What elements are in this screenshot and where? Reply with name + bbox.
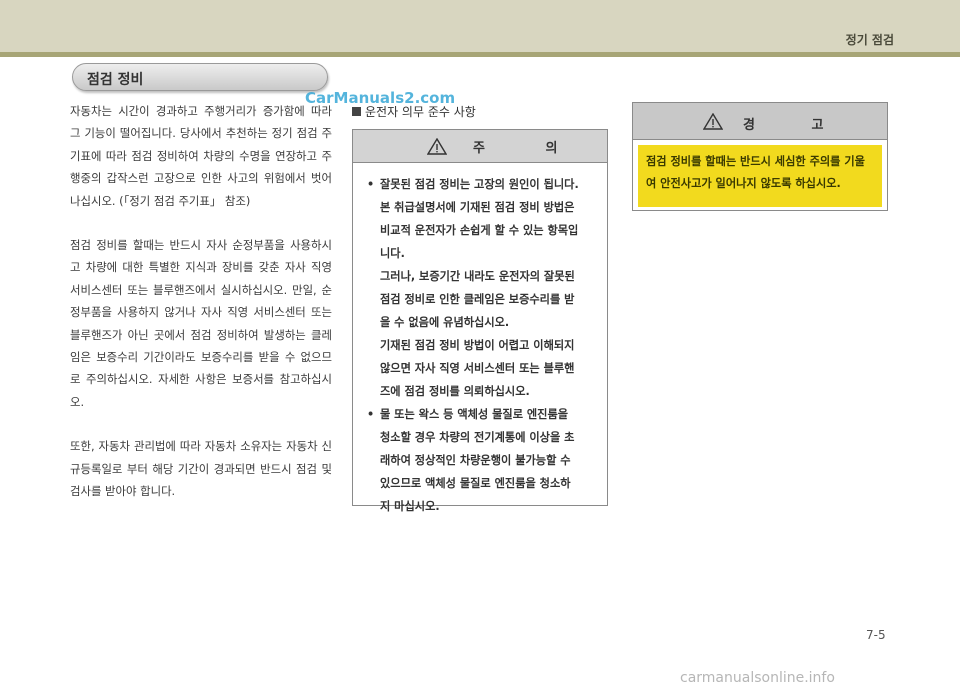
warning-header: 경 고 [633, 103, 887, 140]
body-text-column: 자동차는 시간이 경과하고 주행거리가 증가함에 따라 그 기능이 떨어집니다.… [70, 100, 332, 503]
caution-line: 잘못된 점검 정비는 고장의 원인이 됩니다. [380, 178, 579, 191]
caution-header: 주 의 [353, 130, 607, 163]
caution-line: 을 수 없음에 유념하십시오. [380, 316, 510, 329]
section-title: 점검 정비 [87, 72, 144, 88]
caution-line: 물 또는 왁스 등 액체성 물질로 엔진룸을 [380, 408, 569, 421]
section-title-pill: 점검 정비 [72, 63, 328, 91]
caution-line: 본 취급설명서에 기재된 점검 정비 방법은 [380, 201, 575, 214]
body-paragraph: 점검 정비를 할때는 반드시 자사 순정부품을 사용하시고 차량에 대한 특별한… [70, 238, 332, 409]
subheading-text: 운전자 의무 준수 사항 [365, 105, 476, 119]
caution-line: 니다. [380, 247, 405, 260]
square-bullet-icon [352, 107, 361, 116]
warning-box: 경 고 점검 정비를 할때는 반드시 세심한 주의를 기울여 안전사고가 일어나… [632, 102, 888, 211]
caution-box: 주 의 잘못된 점검 정비는 고장의 원인이 됩니다. 본 취급설명서에 기재된 … [352, 129, 608, 513]
caution-line: 즈에 점검 정비를 의뢰하십시오. [380, 385, 530, 398]
caution-line: 청소할 경우 차량의 전기계통에 이상을 초 [380, 431, 575, 444]
caution-line: 않으면 자사 직영 서비스센터 또는 블루핸 [380, 362, 575, 375]
watermark-top: CarManuals2.com [305, 89, 456, 107]
caution-line: 래하여 정상적인 차량운행이 불가능할 수 [380, 454, 571, 467]
header-band [0, 0, 960, 52]
caution-list: 잘못된 점검 정비는 고장의 원인이 됩니다. 본 취급설명서에 기재된 점검 정… [353, 163, 607, 518]
page-number: 7-5 [866, 628, 886, 642]
caution-line: 지 마십시오. [380, 500, 440, 513]
caution-line: 기재된 점검 정비 방법이 어렵고 이해되지 [380, 339, 575, 352]
caution-list-item: 잘못된 점검 정비는 고장의 원인이 됩니다. 본 취급설명서에 기재된 점검 정… [365, 173, 597, 403]
warning-text: 점검 정비를 할때는 반드시 세심한 주의를 기울여 안전사고가 일어나지 않도… [638, 145, 882, 207]
caution-line: 비교적 운전자가 손쉽게 할 수 있는 항목입 [380, 224, 579, 237]
caution-title: 주 의 [473, 141, 586, 156]
warning-title: 경 고 [743, 118, 850, 133]
caution-list-item: 물 또는 왁스 등 액체성 물질로 엔진룸을청소할 경우 차량의 전기계통에 이… [365, 403, 597, 518]
caution-line: 있으므로 액체성 물질로 엔진룸을 청소하 [380, 477, 571, 490]
caution-line: 점검 정비로 인한 클레임은 보증수리를 받 [380, 293, 575, 306]
caution-line: 그러나, 보증기간 내라도 운전자의 잘못된 [380, 270, 575, 283]
watermark-footer: carmanualsonline.info [680, 670, 835, 685]
warning-triangle-icon [703, 113, 723, 130]
warning-triangle-icon [427, 138, 447, 155]
header-divider [0, 52, 960, 57]
page-header-title: 정기 점검 [845, 33, 894, 47]
body-paragraph: 자동차는 시간이 경과하고 주행거리가 증가함에 따라 그 기능이 떨어집니다.… [70, 104, 332, 208]
body-paragraph: 또한, 자동차 관리법에 따라 자동차 소유자는 자동차 신규등록일로 부터 해… [70, 439, 332, 499]
